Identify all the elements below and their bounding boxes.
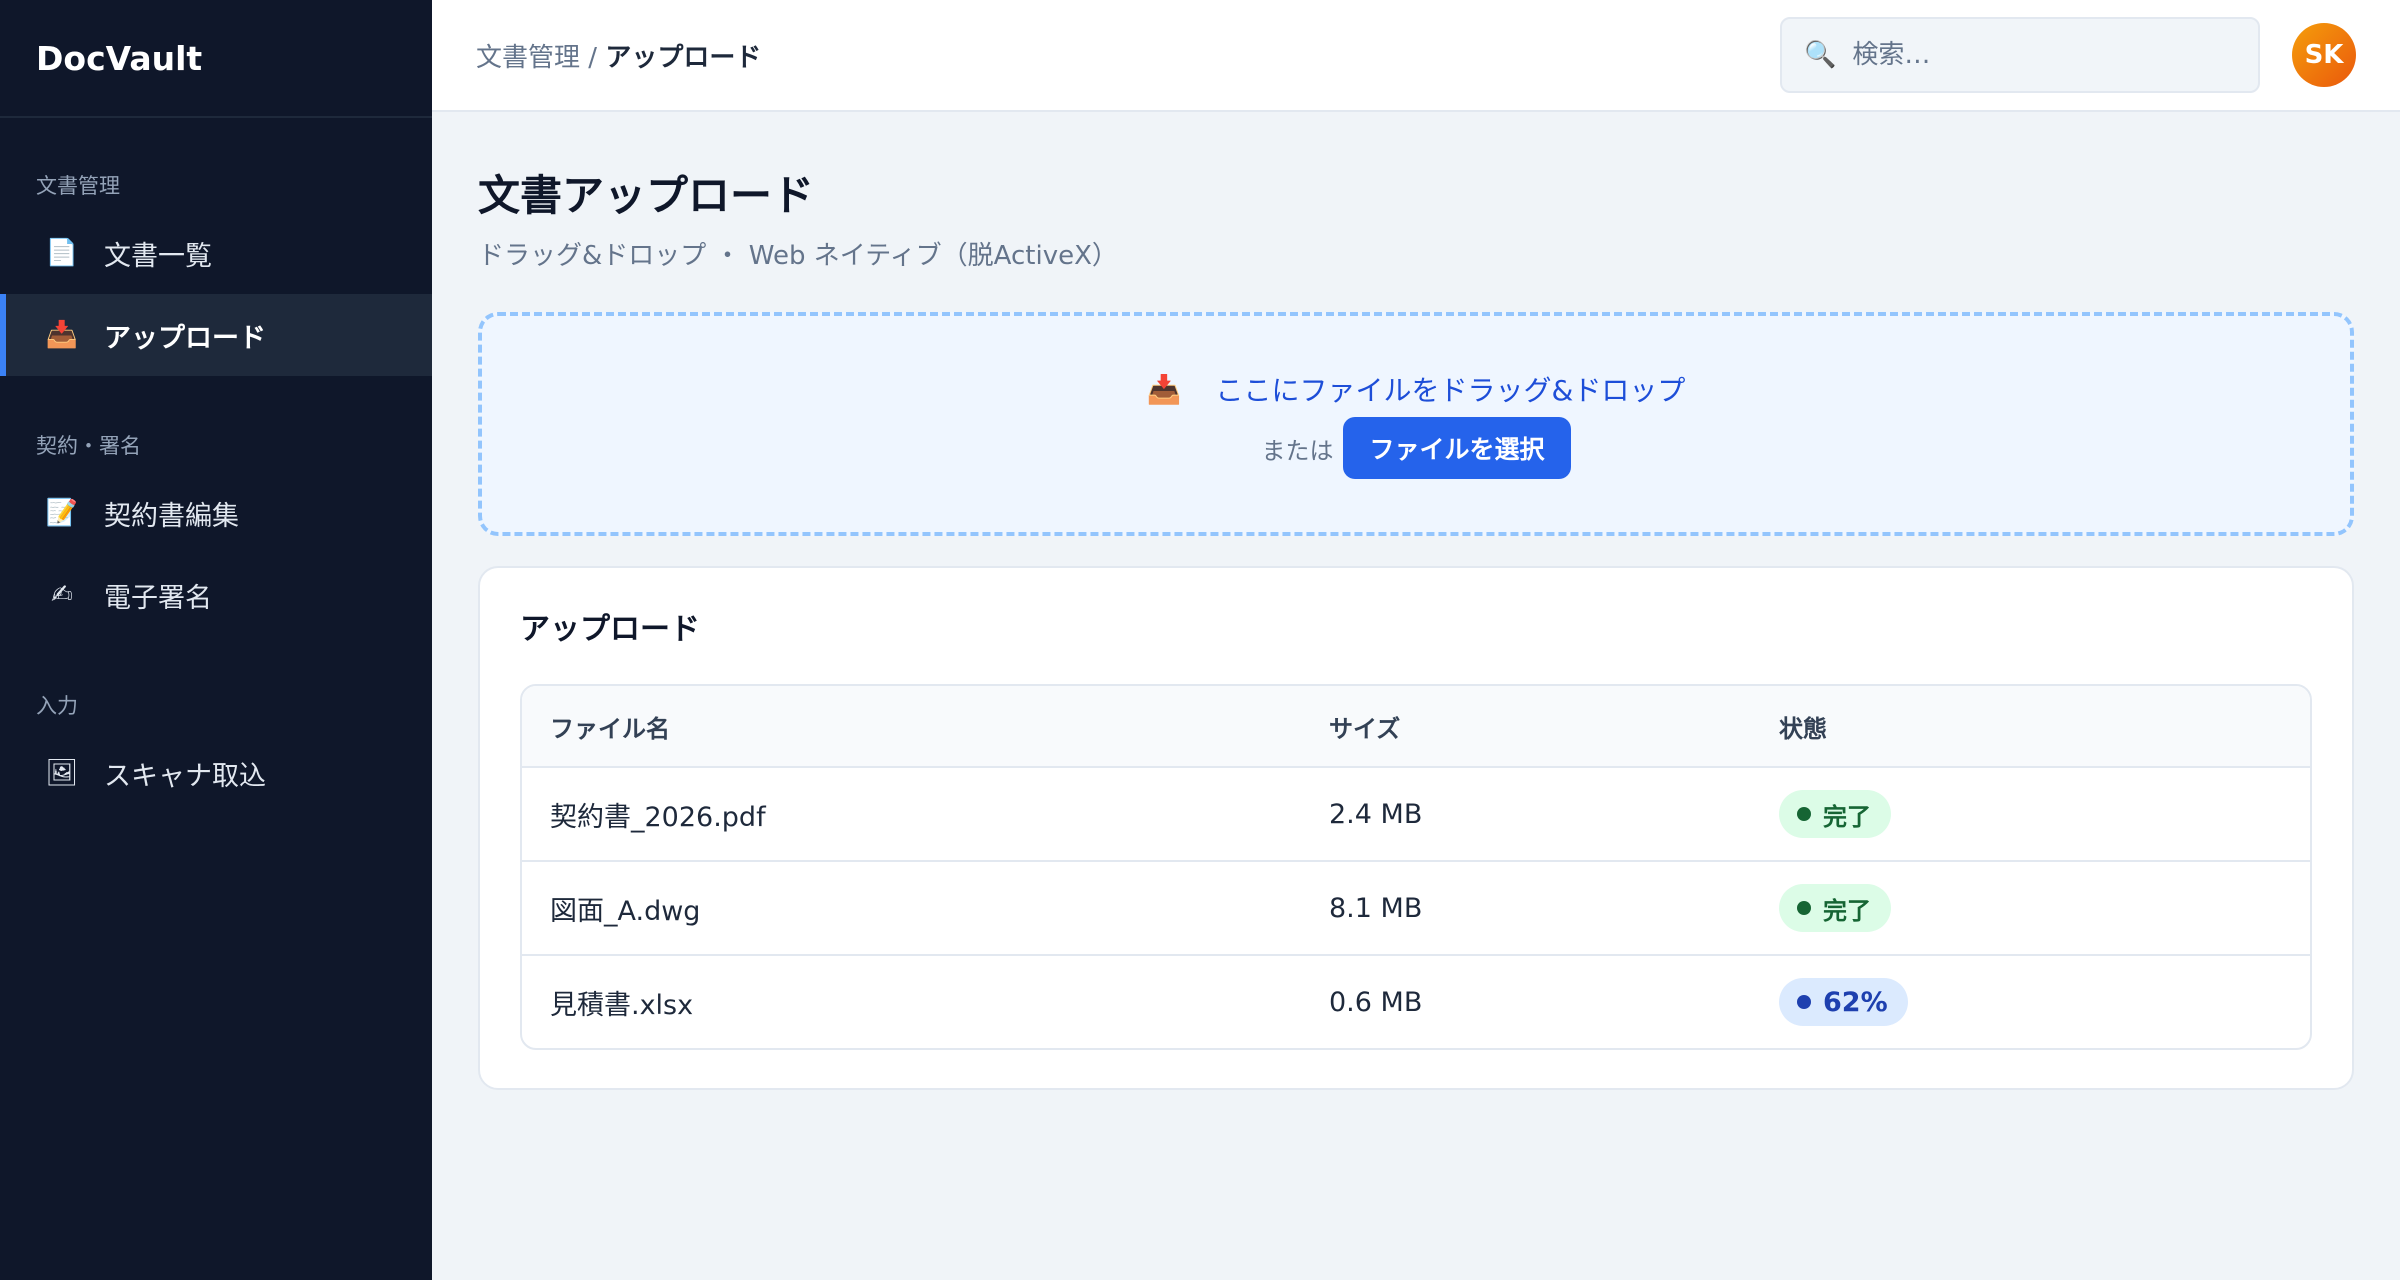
- status-text: 完了: [1823, 802, 1871, 831]
- status-text: 完了: [1823, 896, 1871, 925]
- file-size: 8.1 MB: [1329, 892, 1423, 924]
- table-row[interactable]: 図面_A.dwg 8.1 MB 完了: [522, 860, 2310, 954]
- picture-icon: 🖼: [45, 758, 79, 788]
- search-input[interactable]: [1852, 40, 2233, 70]
- topbar: 文書管理 / アップロード 🔍 SK: [432, 0, 2400, 112]
- sidebar-item-label: 電子署名: [104, 582, 212, 614]
- breadcrumb-current: アップロード: [605, 42, 762, 73]
- document-icon: 📄: [45, 238, 79, 268]
- sidebar-item-label: 契約書編集: [104, 500, 239, 532]
- dropzone-message: 📥 ここにファイルをドラッグ&ドロップ: [1147, 369, 1686, 409]
- app-root: DocVault 文書管理 📄 文書一覧 📥 アップロード 契約・署名 📝 契約…: [0, 0, 2400, 1280]
- inbox-upload-icon: 📥: [45, 320, 79, 350]
- sidebar-item-scanner[interactable]: 🖼 スキャナ取込: [0, 732, 432, 814]
- sidebar: DocVault 文書管理 📄 文書一覧 📥 アップロード 契約・署名 📝 契約…: [0, 0, 432, 1280]
- sidebar-item-document-list[interactable]: 📄 文書一覧: [0, 212, 432, 294]
- status-text: 62%: [1823, 986, 1888, 1018]
- page-subtitle: ドラッグ&ドロップ ・ Web ネイティブ（脱ActiveX）: [478, 241, 1118, 271]
- dropzone-actions: または ファイルを選択: [1261, 417, 1571, 479]
- edit-document-icon: 📝: [45, 498, 79, 528]
- status-dot-icon: [1797, 901, 1811, 915]
- sidebar-item-label: 文書一覧: [104, 240, 212, 272]
- search-box[interactable]: 🔍: [1780, 17, 2260, 93]
- file-size: 2.4 MB: [1329, 798, 1423, 830]
- table-header: ファイル名 サイズ 状態: [522, 686, 2310, 766]
- inbox-upload-icon: 📥: [1146, 372, 1182, 406]
- content: 文書アップロード ドラッグ&ドロップ ・ Web ネイティブ（脱ActiveX）…: [432, 112, 2400, 1134]
- uploads-card: アップロード ファイル名 サイズ 状態 契約書_2026.pdf 2.4 MB: [478, 566, 2354, 1090]
- main-area: 文書管理 / アップロード 🔍 SK 文書アップロード ドラッグ&ドロップ ・ …: [432, 0, 2400, 1280]
- avatar[interactable]: SK: [2292, 23, 2356, 87]
- status-cell: 62%: [1779, 978, 2310, 1026]
- brand-logo[interactable]: DocVault: [0, 0, 432, 118]
- breadcrumb-parent[interactable]: 文書管理: [476, 43, 580, 73]
- sidebar-item-label: スキャナ取込: [104, 760, 266, 792]
- status-badge: 完了: [1779, 790, 1891, 838]
- search-icon: 🔍: [1804, 40, 1837, 70]
- column-header-filename: ファイル名: [550, 714, 670, 743]
- file-size: 0.6 MB: [1329, 986, 1423, 1018]
- file-name: 見積書.xlsx: [550, 989, 694, 1021]
- nav-section-contracts: 契約・署名: [36, 434, 141, 458]
- nav-section-documents: 文書管理: [36, 174, 120, 198]
- select-file-button[interactable]: ファイルを選択: [1343, 417, 1571, 479]
- table-row[interactable]: 契約書_2026.pdf 2.4 MB 完了: [522, 766, 2310, 860]
- sidebar-item-contract-edit[interactable]: 📝 契約書編集: [0, 472, 432, 554]
- uploads-table: ファイル名 サイズ 状態 契約書_2026.pdf 2.4 MB 完了 図面_A…: [520, 684, 2312, 1050]
- sidebar-item-upload[interactable]: 📥 アップロード: [0, 294, 432, 376]
- column-header-size: サイズ: [1329, 714, 1401, 743]
- status-cell: 完了: [1779, 790, 2310, 838]
- uploads-title: アップロード: [520, 612, 700, 647]
- status-dot-icon: [1797, 995, 1811, 1009]
- file-dropzone[interactable]: 📥 ここにファイルをドラッグ&ドロップ または ファイルを選択: [478, 312, 2354, 536]
- file-name: 契約書_2026.pdf: [550, 801, 766, 833]
- file-name: 図面_A.dwg: [550, 895, 701, 927]
- writing-hand-icon: ✍: [51, 580, 73, 610]
- dropzone-or-label: または: [1261, 436, 1334, 465]
- sidebar-item-e-signature[interactable]: ✍ 電子署名: [0, 554, 432, 636]
- breadcrumb: 文書管理 / アップロード: [476, 37, 1780, 74]
- column-header-status: 状態: [1779, 714, 1827, 743]
- breadcrumb-separator: /: [588, 42, 598, 73]
- progress-badge: 62%: [1779, 978, 1908, 1026]
- status-dot-icon: [1797, 807, 1811, 821]
- status-badge: 完了: [1779, 884, 1891, 932]
- page-title: 文書アップロード: [478, 171, 815, 220]
- status-cell: 完了: [1779, 884, 2310, 932]
- dropzone-text: ここにファイルをドラッグ&ドロップ: [1215, 374, 1686, 407]
- sidebar-item-label: アップロード: [104, 322, 266, 354]
- table-row[interactable]: 見積書.xlsx 0.6 MB 62%: [522, 954, 2310, 1048]
- nav-section-input: 入力: [36, 694, 78, 718]
